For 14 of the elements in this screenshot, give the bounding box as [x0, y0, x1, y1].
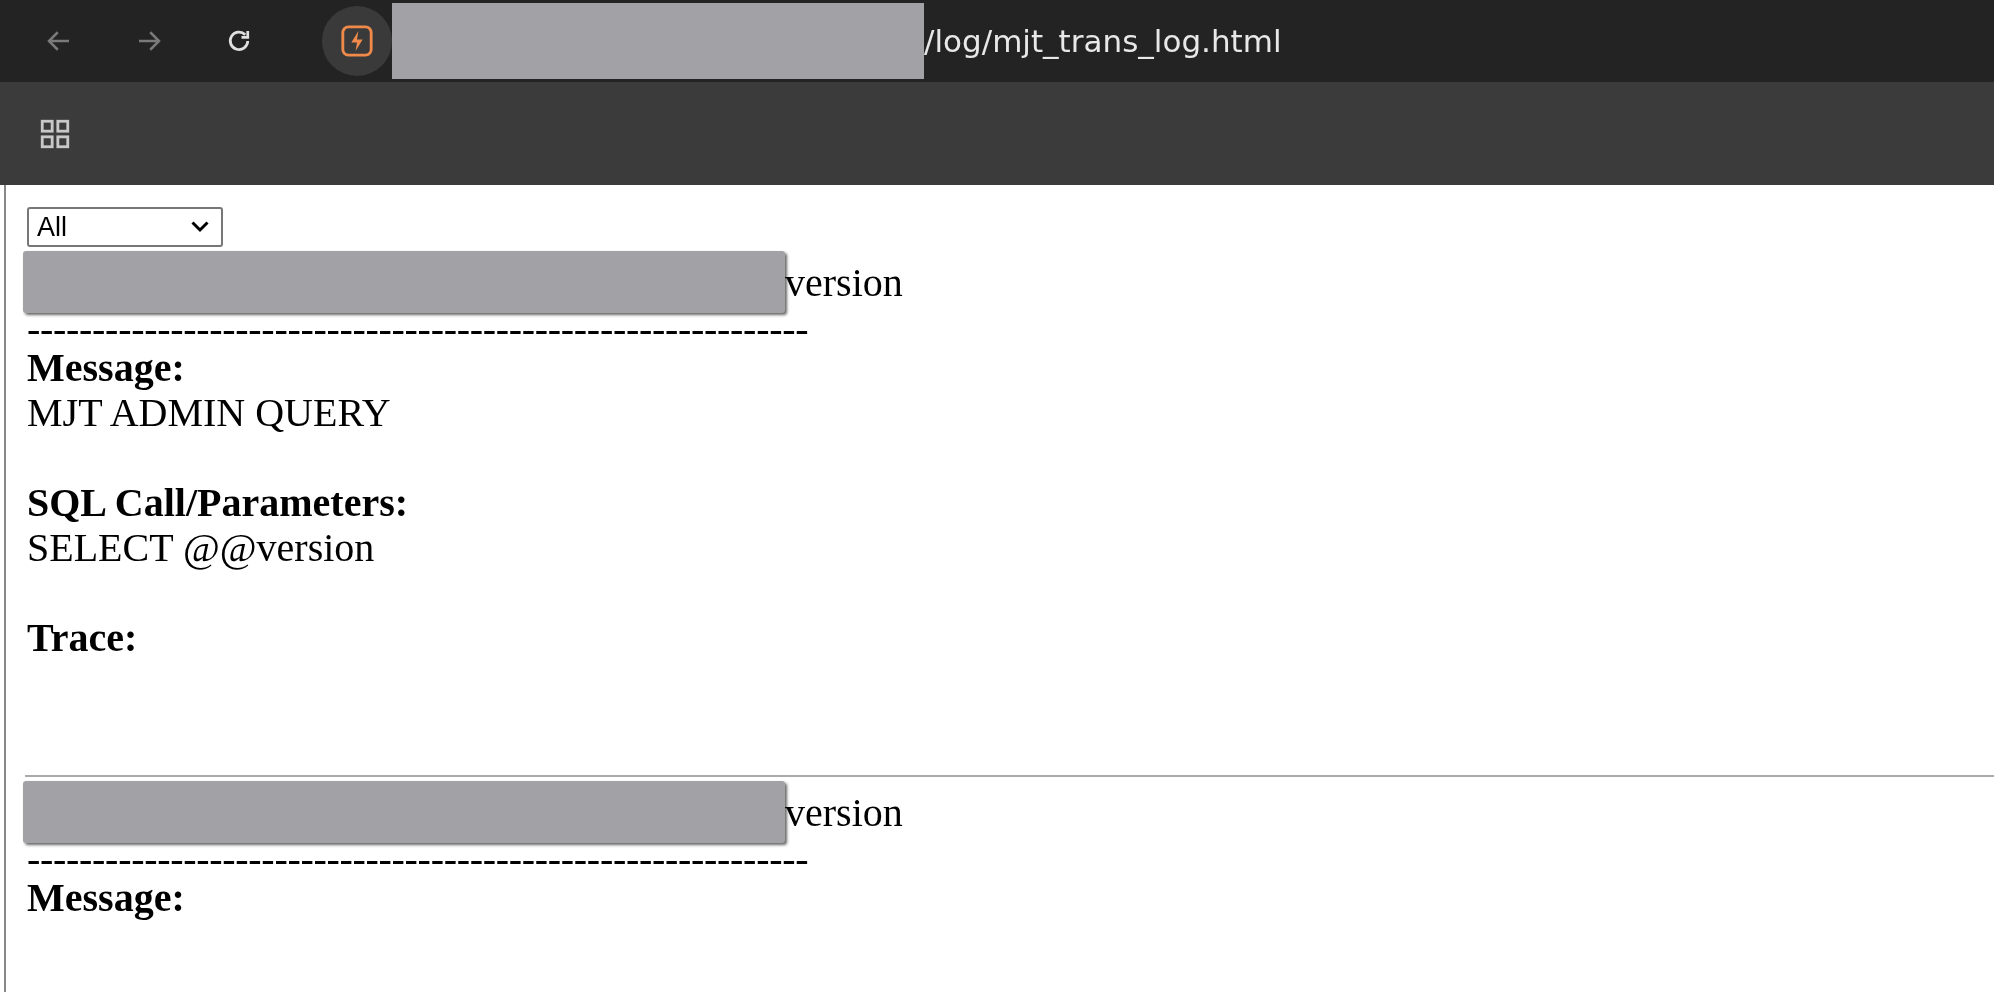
separator-text: ------------------------------------------------------------ — [27, 843, 810, 875]
field-label: Message: — [27, 345, 186, 390]
field-label: Trace: — [27, 615, 139, 660]
sql-text: SELECT @@version — [27, 525, 376, 570]
caret-icon — [191, 221, 209, 233]
filter-dropdown[interactable]: All — [27, 207, 223, 247]
message-text: MJT ADMIN QUERY — [27, 390, 392, 435]
field-label: SQL Call/Parameters: — [27, 480, 410, 525]
field-label: Message: — [27, 875, 186, 920]
site-icon[interactable] — [340, 24, 374, 58]
entry-title: version — [785, 789, 903, 835]
address-text[interactable]: /log/mjt_trans_log.html — [924, 23, 1282, 59]
separator-text: ------------------------------------------------------------ — [27, 313, 810, 345]
entry-title: version — [785, 259, 903, 305]
